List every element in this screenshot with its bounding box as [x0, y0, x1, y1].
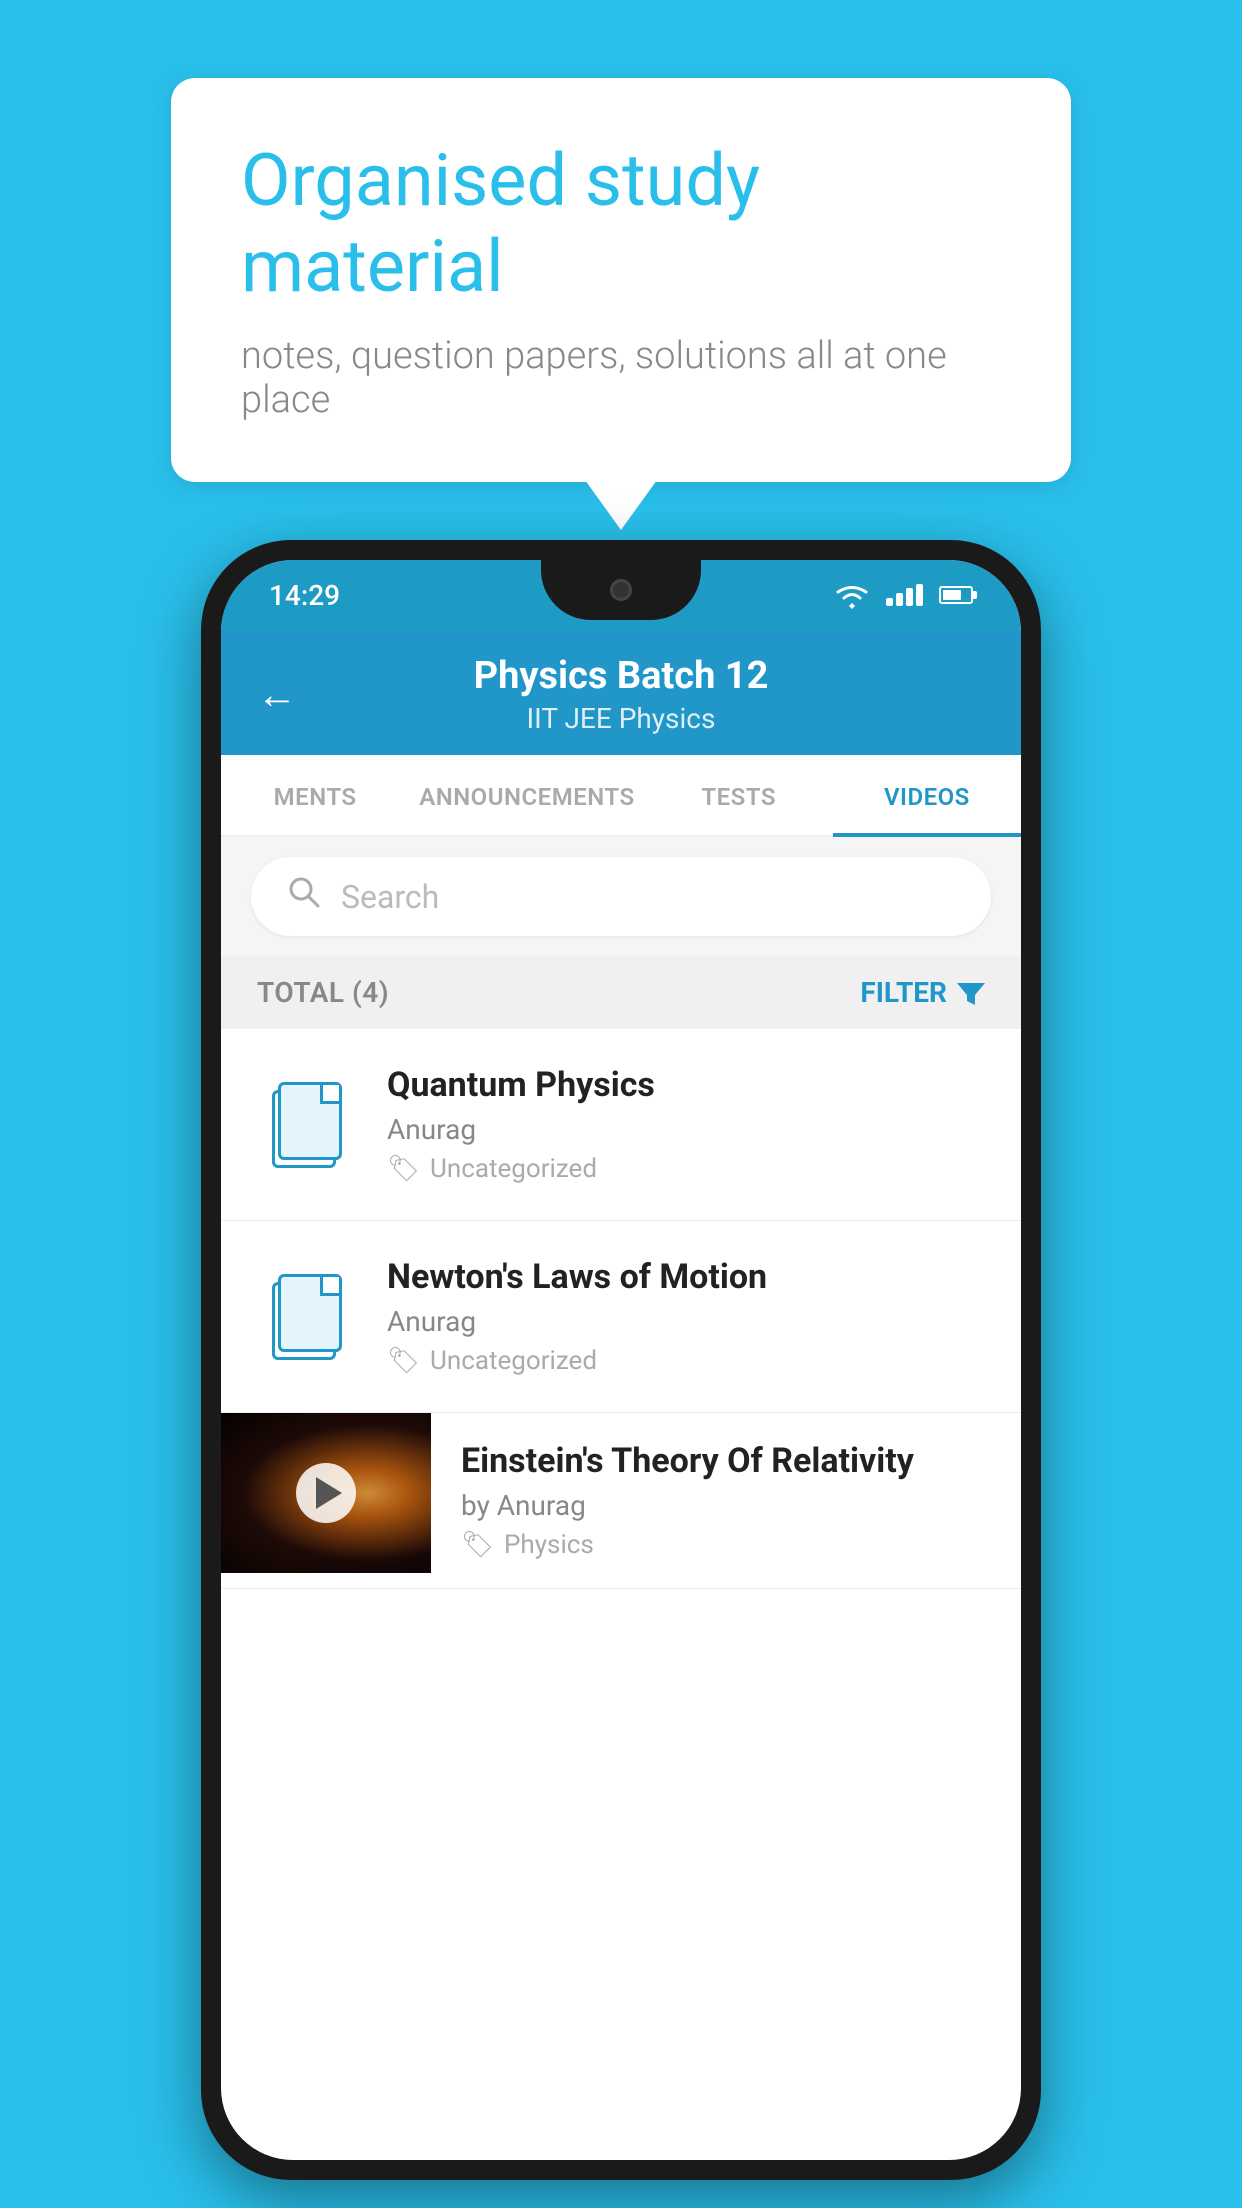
- header-center: Physics Batch 12 IIT JEE Physics: [474, 654, 769, 735]
- app-header: ← Physics Batch 12 IIT JEE Physics: [221, 630, 1021, 755]
- item-title: Einstein's Theory Of Relativity: [461, 1441, 991, 1481]
- tab-videos[interactable]: VIDEOS: [833, 755, 1021, 837]
- page-front: [278, 1274, 342, 1352]
- item-tag: 🏷 Uncategorized: [387, 1154, 985, 1184]
- tab-tests[interactable]: TESTS: [645, 755, 833, 837]
- item-author: by Anurag: [461, 1489, 991, 1522]
- item-author: Anurag: [387, 1305, 985, 1338]
- phone-screen: 14:29: [221, 560, 1021, 2160]
- phone-wrapper: 14:29: [201, 540, 1041, 2180]
- back-button[interactable]: ←: [257, 671, 297, 718]
- tag-icon: 🏷: [387, 1346, 420, 1376]
- filter-icon: [957, 979, 985, 1007]
- signal-icon: [886, 584, 923, 606]
- item-title: Newton's Laws of Motion: [387, 1257, 985, 1297]
- item-info: Newton's Laws of Motion Anurag 🏷 Uncateg…: [387, 1257, 985, 1376]
- filter-row: TOTAL (4) FILTER: [221, 956, 1021, 1029]
- battery-icon: [939, 586, 973, 604]
- list-item[interactable]: Quantum Physics Anurag 🏷 Uncategorized: [221, 1029, 1021, 1221]
- tab-ments[interactable]: MENTS: [221, 755, 409, 837]
- total-count: TOTAL (4): [257, 976, 389, 1009]
- phone-notch: [541, 560, 701, 620]
- speech-bubble: Organised study material notes, question…: [171, 78, 1071, 483]
- wifi-icon: [834, 581, 870, 609]
- video-list: Quantum Physics Anurag 🏷 Uncategorized: [221, 1029, 1021, 1589]
- search-bar-section: Search: [221, 837, 1021, 956]
- tab-announcements[interactable]: ANNOUNCEMENTS: [409, 755, 644, 837]
- header-title: Physics Batch 12: [474, 654, 769, 698]
- item-author: Anurag: [387, 1113, 985, 1146]
- play-button[interactable]: [296, 1463, 356, 1523]
- play-icon: [316, 1477, 342, 1509]
- filter-label: FILTER: [860, 976, 947, 1009]
- tag-label: Uncategorized: [430, 1154, 597, 1184]
- bubble-subtitle: notes, question papers, solutions all at…: [241, 334, 1001, 422]
- page-front: [278, 1082, 342, 1160]
- tag-label: Physics: [504, 1530, 594, 1560]
- search-bar[interactable]: Search: [251, 857, 991, 936]
- item-tag: 🏷 Physics: [461, 1530, 991, 1560]
- phone-device: 14:29: [201, 540, 1041, 2180]
- top-promo-section: Organised study material notes, question…: [0, 0, 1242, 560]
- document-icon: [272, 1082, 342, 1168]
- camera: [610, 579, 632, 601]
- filter-button[interactable]: FILTER: [860, 976, 985, 1009]
- search-icon: [287, 875, 321, 918]
- tag-icon: 🏷: [387, 1154, 420, 1184]
- bubble-title: Organised study material: [241, 138, 1001, 311]
- header-subtitle: IIT JEE Physics: [474, 702, 769, 735]
- search-placeholder: Search: [341, 878, 439, 916]
- doc-icon-wrap: [257, 1274, 357, 1360]
- item-title: Quantum Physics: [387, 1065, 985, 1105]
- item-info: Einstein's Theory Of Relativity by Anura…: [431, 1413, 1021, 1588]
- document-icon: [272, 1274, 342, 1360]
- item-info: Quantum Physics Anurag 🏷 Uncategorized: [387, 1065, 985, 1184]
- status-icons: [834, 581, 973, 609]
- video-thumbnail: [221, 1413, 431, 1573]
- doc-icon-wrap: [257, 1082, 357, 1168]
- status-time: 14:29: [269, 579, 340, 612]
- list-item[interactable]: Einstein's Theory Of Relativity by Anura…: [221, 1413, 1021, 1589]
- list-item[interactable]: Newton's Laws of Motion Anurag 🏷 Uncateg…: [221, 1221, 1021, 1413]
- tabs-bar: MENTS ANNOUNCEMENTS TESTS VIDEOS: [221, 755, 1021, 837]
- item-tag: 🏷 Uncategorized: [387, 1346, 985, 1376]
- tag-icon: 🏷: [461, 1530, 494, 1560]
- tag-label: Uncategorized: [430, 1346, 597, 1376]
